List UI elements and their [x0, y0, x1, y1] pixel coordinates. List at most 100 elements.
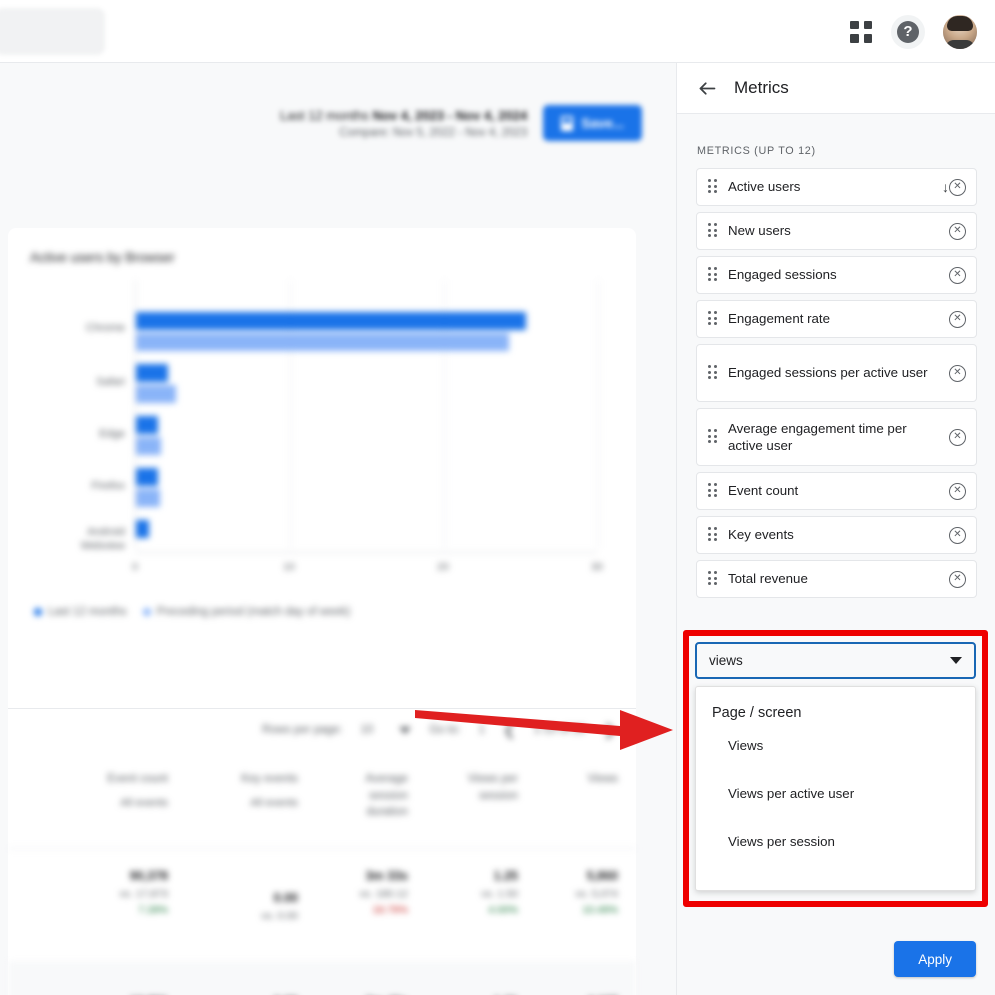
cell-avg-session-duration: 3m 33s vs. 180.12 18.79% — [338, 869, 408, 916]
metric-row-average-engagement-time-per-active-user[interactable]: Average engagement time per active user … — [696, 408, 977, 466]
metrics-section-label: METRICS (UP TO 12) — [697, 145, 816, 157]
metric-row-new-users[interactable]: New users ✕ — [696, 212, 977, 250]
metric-row-engaged-sessions[interactable]: Engaged sessions ✕ — [696, 256, 977, 294]
drag-handle-icon[interactable] — [708, 267, 719, 283]
metric-row-key-events[interactable]: Key events ✕ — [696, 516, 977, 554]
table-row[interactable]: 90,378 vs. 17,873 7.28% 0.00 vs. 0.00 3m… — [8, 869, 636, 961]
drag-handle-icon[interactable] — [708, 365, 719, 381]
cell-delta: 10.49% — [548, 904, 618, 916]
remove-circle-icon[interactable]: ✕ — [949, 223, 966, 240]
bar-firefox-previous — [136, 489, 160, 507]
suggestion-option-views[interactable]: Views — [696, 721, 975, 769]
apps-grid-icon[interactable] — [849, 20, 873, 44]
date-range-compare: Compare: Nov 5, 2022 - Nov 4, 2023 — [280, 127, 527, 139]
bar-edge-current — [136, 416, 158, 434]
legend-item-previous[interactable]: Preceding period (match day of week) — [143, 606, 351, 618]
cell-compare: vs. 5,074 — [548, 888, 618, 900]
remove-circle-icon[interactable]: ✕ — [949, 483, 966, 500]
cell-event-count: 90,378 vs. 17,873 7.28% — [68, 869, 168, 916]
drag-handle-icon[interactable] — [708, 223, 719, 239]
cell-compare: vs. 17,873 — [68, 888, 168, 900]
date-range-row: Last 12 months Nov 4, 2023 - Nov 4, 2024… — [280, 105, 642, 141]
suggestion-option-views-per-session[interactable]: Views per session — [696, 817, 975, 865]
help-button[interactable]: ? — [891, 15, 925, 49]
bar-safari-previous — [136, 385, 176, 403]
chart-legend: Last 12 months Preceding period (match d… — [34, 606, 350, 618]
chart-y-axis-labels: Chrome Safari Edge Firefox Android Webvi… — [28, 276, 133, 546]
legend-item-current[interactable]: Last 12 months — [34, 606, 127, 618]
remove-circle-icon[interactable]: ✕ — [949, 365, 966, 382]
column-header-avg-session-duration[interactable]: Average session duration — [338, 771, 408, 821]
search-bar-placeholder[interactable] — [0, 8, 105, 55]
column-header-key-events[interactable]: Key events All events — [203, 771, 298, 812]
apply-button[interactable]: Apply — [894, 941, 976, 977]
drag-handle-icon[interactable] — [708, 571, 719, 587]
metric-row-engaged-sessions-per-active-user[interactable]: Engaged sessions per active user ✕ — [696, 344, 977, 402]
save-button-label: Save... — [581, 116, 624, 131]
drag-handle-icon[interactable] — [708, 483, 719, 499]
metric-label: Total revenue — [728, 570, 949, 587]
x-tick-10: 10 — [283, 561, 295, 573]
remove-circle-icon[interactable]: ✕ — [949, 527, 966, 544]
drag-handle-icon[interactable] — [708, 311, 719, 327]
chevron-down-icon[interactable] — [950, 657, 962, 664]
sort-descending-arrow[interactable]: ↓ — [942, 179, 949, 195]
date-range-primary: Last 12 months Nov 4, 2023 - Nov 4, 2024 — [280, 108, 527, 123]
column-header-views-per-session[interactable]: Views per session — [448, 771, 518, 804]
x-tick-0: 0 — [132, 561, 138, 573]
column-subtitle: All events — [203, 796, 298, 812]
remove-circle-icon[interactable]: ✕ — [949, 311, 966, 328]
top-app-bar: ? — [0, 0, 995, 63]
cell-compare: vs. 1.50 — [448, 888, 518, 900]
table-row[interactable] — [8, 961, 636, 995]
remove-circle-icon[interactable]: ✕ — [949, 267, 966, 284]
metrics-panel-title: Metrics — [734, 78, 789, 98]
cell-value: 1.25 — [448, 869, 518, 883]
metric-row-active-users[interactable]: Active users ↓ ✕ — [696, 168, 977, 206]
metric-label: New users — [728, 222, 949, 239]
date-range-text[interactable]: Last 12 months Nov 4, 2023 - Nov 4, 2024… — [280, 108, 527, 139]
report-pane: Last 12 months Nov 4, 2023 - Nov 4, 2024… — [0, 63, 676, 995]
avatar-hair — [947, 16, 973, 31]
metric-row-total-revenue[interactable]: Total revenue ✕ — [696, 560, 977, 598]
cell-delta: 4.00% — [448, 904, 518, 916]
cell-delta: 18.79% — [338, 904, 408, 916]
column-header-views[interactable]: Views — [548, 771, 618, 788]
user-avatar[interactable] — [943, 15, 977, 49]
bar-chrome-previous — [136, 333, 509, 351]
drag-handle-icon[interactable] — [708, 527, 719, 543]
cell-views-per-session: 1.25 vs. 1.50 4.00% — [448, 869, 518, 916]
rows-per-page-label: Rows per page: — [262, 724, 343, 736]
chart-x-axis: 0 10 20 30 — [135, 552, 597, 553]
suggestion-option-views-per-active-user[interactable]: Views per active user — [696, 769, 975, 817]
metric-label: Engaged sessions per active user — [728, 364, 949, 381]
cell-value: 3m 33s — [338, 869, 408, 883]
save-button[interactable]: Save... — [543, 105, 642, 141]
metric-search-input[interactable] — [709, 653, 942, 668]
gridline-30 — [598, 280, 599, 548]
metric-label: Active users — [728, 178, 936, 195]
column-header-event-count[interactable]: Event count All events — [68, 771, 168, 812]
rows-per-page-chevron-down-icon[interactable] — [399, 727, 411, 734]
date-range-preset: Last 12 months — [280, 108, 369, 123]
remove-circle-icon[interactable]: ✕ — [949, 179, 966, 196]
remove-circle-icon[interactable]: ✕ — [949, 571, 966, 588]
drag-handle-icon[interactable] — [708, 429, 719, 445]
suggestion-group-label: Page / screen — [696, 701, 975, 721]
metric-row-event-count[interactable]: Event count ✕ — [696, 472, 977, 510]
drag-handle-icon[interactable] — [708, 179, 719, 195]
metric-row-engagement-rate[interactable]: Engagement rate ✕ — [696, 300, 977, 338]
cell-delta: 7.28% — [68, 904, 168, 916]
bar-android-current — [136, 520, 149, 538]
column-title: Views — [548, 771, 618, 788]
rows-per-page-value[interactable]: 10 — [361, 724, 374, 736]
bar-safari-current — [136, 364, 168, 382]
topbar-actions: ? — [849, 0, 977, 63]
column-subtitle: All events — [68, 796, 168, 812]
table-header-row: Event count All events Key events All ev… — [8, 757, 636, 849]
legend-swatch-previous — [143, 608, 151, 616]
metric-label: Event count — [728, 482, 949, 499]
remove-circle-icon[interactable]: ✕ — [949, 429, 966, 446]
back-arrow-icon[interactable] — [696, 77, 718, 99]
metric-search-combobox[interactable] — [695, 642, 976, 679]
